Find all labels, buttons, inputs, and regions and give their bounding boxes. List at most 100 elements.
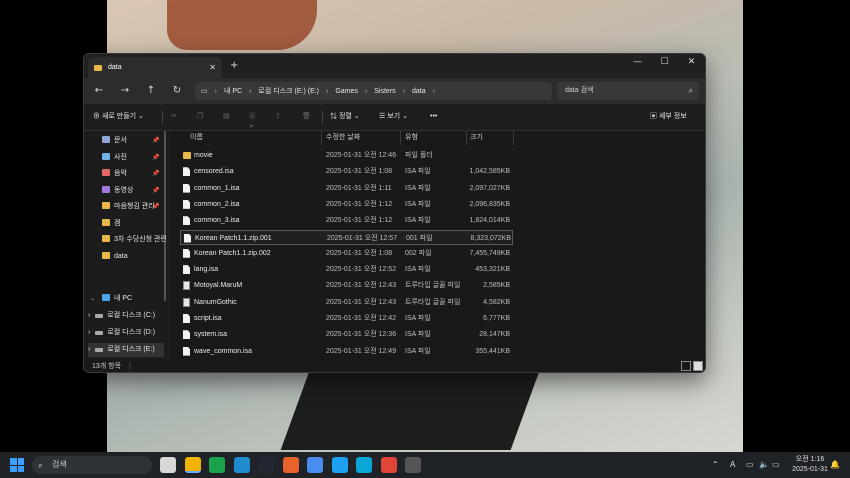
- notification-bell-icon[interactable]: 🔔: [830, 452, 840, 478]
- file-row[interactable]: common_2.isa 2025-01-31 오전 1:12 ISA 파일 2,09…: [180, 197, 513, 212]
- nav-item-drive[interactable]: › 로컬 디스크 (D:): [88, 326, 164, 340]
- file-date: 2025-01-31 오전 12:43: [326, 282, 397, 290]
- chevron-right-icon[interactable]: ›: [88, 312, 90, 319]
- minimize-button[interactable]: —: [624, 54, 651, 72]
- new-tab-button[interactable]: +: [230, 60, 238, 71]
- file-row[interactable]: Korean Patch1.1.zip.002 2025-01-31 오전 1:0…: [180, 246, 513, 261]
- up-arrow-icon[interactable]: ↑: [140, 78, 162, 104]
- column-divider[interactable]: [466, 131, 467, 145]
- copy-icon[interactable]: ❐: [197, 104, 203, 130]
- nav-item-quick[interactable]: 3차 수당신청 관련: [102, 233, 166, 247]
- navigation-pane: 문서 📌 사진 📌 음악 📌 동영상 📌 마음챙김 관리 📌 겜 3차 수당신청 관련 data ⌄ 내…: [84, 131, 170, 359]
- nav-item-this-pc[interactable]: 내 PC: [102, 292, 166, 306]
- share-icon[interactable]: ⇪: [275, 104, 281, 130]
- sort-button[interactable]: ⇅ 정렬 ⌄: [330, 104, 360, 130]
- chevron-right-icon[interactable]: ›: [88, 346, 90, 353]
- column-header-name[interactable]: 이름: [190, 131, 203, 145]
- nav-item-quick[interactable]: 겜: [102, 217, 166, 231]
- battery-icon[interactable]: ▭: [772, 452, 780, 478]
- file-row[interactable]: Korean Patch1.1.zip.001 2025-01-31 오전 12:…: [180, 229, 513, 245]
- file-row[interactable]: NanumGothic 2025-01-31 오전 12:43 트루타입 글꼴 파일…: [180, 295, 513, 310]
- column-divider[interactable]: [400, 131, 401, 145]
- ime-indicator[interactable]: A: [730, 452, 735, 478]
- nav-item-quick[interactable]: data: [102, 250, 166, 264]
- file-row[interactable]: Motoyal.MaruM 2025-01-31 오전 12:43 트루타입 글꼴 …: [180, 278, 513, 293]
- nav-item-drive[interactable]: › 로컬 디스크 (E:): [88, 343, 164, 357]
- chevron-right-icon[interactable]: ›: [88, 329, 90, 336]
- windows-start-icon[interactable]: [10, 458, 24, 472]
- column-divider[interactable]: [513, 131, 514, 145]
- nav-item-label: 동영상: [114, 186, 134, 194]
- file-row[interactable]: common_3.isa 2025-01-31 오전 1:12 ISA 파일 1,82…: [180, 213, 513, 228]
- file-size: 4,582KB: [483, 298, 510, 306]
- address-bar: ← → ↑ ↻ ▭ › 내 PC › 로컬 디스크 (E:) (E:) › Ga…: [84, 78, 705, 104]
- volume-icon[interactable]: 🔈: [759, 452, 769, 478]
- column-header-date[interactable]: 수정한 날짜: [326, 131, 360, 145]
- breadcrumb-item[interactable]: 내 PC: [224, 86, 242, 96]
- file-name: censored.isa: [194, 168, 234, 176]
- details-view-icon[interactable]: [681, 361, 691, 371]
- maximize-button[interactable]: ☐: [651, 54, 678, 72]
- file-list: 이름 ^ 수정한 날짜 유형 크기 movie 2025-01-31 오전 12:…: [180, 125, 700, 359]
- search-input[interactable]: data 검색 ⌕: [557, 82, 699, 100]
- file-row[interactable]: censored.isa 2025-01-31 오전 1:08 ISA 파일 1,04…: [180, 164, 513, 179]
- file-row[interactable]: wave_common.isa 2025-01-31 오전 12:49 ISA 파일…: [180, 344, 513, 359]
- sort-label: 정렬: [338, 113, 352, 120]
- new-item-button[interactable]: ⊕ 새로 만들기 ⌄: [93, 104, 144, 130]
- taskbar-app-icon[interactable]: [160, 457, 176, 473]
- close-window-button[interactable]: ✕: [678, 54, 705, 72]
- file-row[interactable]: script.isa 2025-01-31 오전 12:42 ISA 파일 6,777…: [180, 311, 513, 326]
- taskbar-app-icon[interactable]: [184, 457, 201, 473]
- file-row[interactable]: system.isa 2025-01-31 오전 12:36 ISA 파일 28,14…: [180, 327, 513, 342]
- column-divider[interactable]: [321, 131, 322, 145]
- cut-icon[interactable]: ✂: [171, 104, 177, 130]
- tab-data[interactable]: data ✕: [88, 57, 222, 78]
- chevron-down-icon[interactable]: ⌄: [90, 292, 95, 306]
- breadcrumb-item[interactable]: data: [412, 88, 426, 95]
- column-header-size[interactable]: 크기: [470, 131, 483, 145]
- nav-item-label: 로컬 디스크 (E:): [107, 346, 155, 353]
- chevron-right-icon: ›: [432, 87, 435, 95]
- taskbar-app-icon[interactable]: [282, 457, 299, 473]
- file-row[interactable]: common_1.isa 2025-01-31 오전 1:11 ISA 파일 2,09…: [180, 181, 513, 196]
- clock[interactable]: 오전 1:16 2025-01-31: [786, 455, 834, 475]
- column-header-type[interactable]: 유형: [405, 131, 418, 145]
- breadcrumb-item[interactable]: 로컬 디스크 (E:) (E:): [258, 86, 319, 96]
- file-date: 2025-01-31 오전 1:11: [326, 184, 392, 192]
- taskbar: ⌕ 검색 ⌃ A ▭ 🔈 ▭ 오전 1:16 2025-01-31 🔔: [0, 452, 850, 478]
- taskbar-app-icon[interactable]: [356, 457, 372, 473]
- forward-arrow-icon[interactable]: →: [114, 78, 136, 104]
- file-icon: [183, 167, 190, 177]
- taskbar-app-icon[interactable]: [233, 457, 250, 473]
- file-icon: [183, 199, 190, 209]
- nav-item-drive[interactable]: › 로컬 디스크 (C:): [88, 309, 164, 323]
- tab-close-icon[interactable]: ✕: [209, 63, 216, 72]
- file-row[interactable]: lang.isa 2025-01-31 오전 12:52 ISA 파일 453,321…: [180, 262, 513, 277]
- large-icons-view-icon[interactable]: [693, 361, 703, 371]
- back-arrow-icon[interactable]: ←: [88, 78, 110, 104]
- delete-icon[interactable]: 🗑: [302, 104, 311, 130]
- file-name: movie: [194, 152, 213, 159]
- taskbar-app-icon[interactable]: [331, 457, 348, 473]
- nav-item-label: 3차 수당신청 관련: [114, 236, 166, 243]
- file-date: 2025-01-31 오전 12:49: [326, 347, 397, 355]
- display-icon[interactable]: ▭: [746, 452, 754, 478]
- breadcrumb[interactable]: ▭ › 내 PC › 로컬 디스크 (E:) (E:) › Games › Si…: [195, 82, 552, 100]
- view-button[interactable]: ☰ 보기 ⌄: [379, 104, 408, 130]
- chevron-up-icon[interactable]: ⌃: [712, 452, 719, 478]
- file-row[interactable]: movie 2025-01-31 오전 12:46 파일 폴더: [180, 148, 513, 163]
- file-type: ISA 파일: [405, 347, 431, 355]
- taskbar-search[interactable]: ⌕ 검색: [32, 456, 152, 474]
- taskbar-app-icon[interactable]: [258, 457, 274, 473]
- refresh-icon[interactable]: ↻: [166, 78, 188, 104]
- taskbar-app-icon[interactable]: [307, 457, 323, 473]
- taskbar-app-icon[interactable]: [405, 457, 421, 473]
- taskbar-app-icon[interactable]: [380, 457, 397, 473]
- details-pane-button[interactable]: ▣ 세부 정보: [650, 104, 687, 130]
- paste-icon[interactable]: ▤: [223, 104, 230, 130]
- taskbar-app-icon[interactable]: [209, 457, 225, 473]
- more-options-button[interactable]: •••: [430, 104, 437, 130]
- breadcrumb-item[interactable]: Games: [335, 88, 358, 95]
- breadcrumb-item[interactable]: Sisters: [374, 88, 395, 95]
- sort-up-icon: ^: [250, 125, 253, 131]
